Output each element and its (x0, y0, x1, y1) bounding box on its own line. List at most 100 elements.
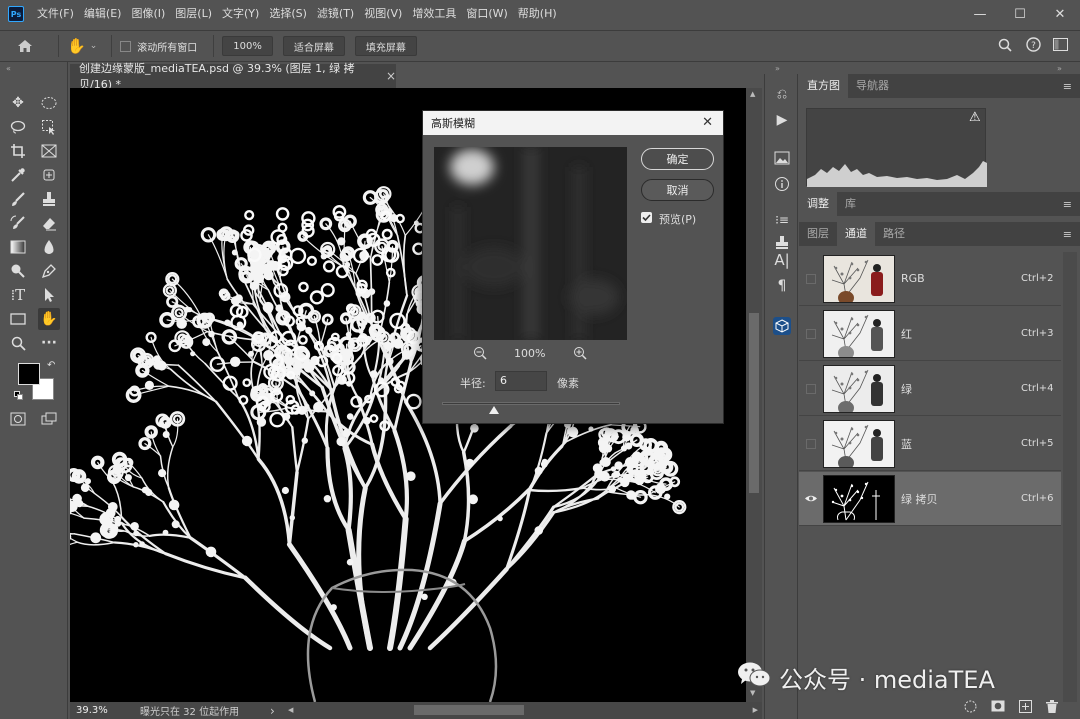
marquee-tool-icon[interactable] (38, 92, 60, 114)
hscroll-thumb[interactable] (414, 705, 524, 715)
foreground-color-swatch[interactable] (18, 363, 40, 385)
new-channel-icon[interactable] (1019, 699, 1032, 716)
search-icon[interactable] (998, 38, 1012, 55)
menu-layer[interactable]: 图层(L) (170, 0, 217, 28)
3d-cube-icon[interactable] (772, 316, 792, 336)
tab-navigator[interactable]: 导航器 (848, 74, 897, 98)
more-tools-icon[interactable]: ··· (38, 332, 60, 354)
panel-menu-icon[interactable]: ≡ (1063, 198, 1072, 211)
zoom-level[interactable]: 39.3% (70, 705, 130, 716)
scroll-left-icon[interactable]: ◀ (288, 706, 293, 714)
menu-file[interactable]: 文件(F) (32, 0, 79, 28)
collapse-icon[interactable]: » (1057, 64, 1062, 73)
info-icon[interactable] (772, 174, 792, 194)
status-menu-arrow[interactable]: › (270, 704, 286, 718)
menu-type[interactable]: 文字(Y) (217, 0, 264, 28)
tab-layers[interactable]: 图层 (799, 222, 837, 246)
gradient-tool-icon[interactable] (7, 236, 29, 258)
document-tab[interactable]: 创建边缘蒙版_mediaTEA.psd @ 39.3% (图层 1, 绿 拷贝/… (70, 62, 396, 91)
minimize-button[interactable]: — (960, 0, 1000, 28)
screen-mode-icon[interactable] (38, 408, 60, 430)
swap-colors-icon[interactable]: ↶ (47, 360, 55, 371)
visibility-toggle[interactable] (799, 362, 823, 416)
home-icon[interactable] (0, 39, 50, 53)
vertical-scrollbar[interactable]: ▲ ▼ (746, 88, 762, 702)
lasso-tool-icon[interactable] (7, 116, 29, 138)
object-select-icon[interactable] (38, 116, 60, 138)
menu-view[interactable]: 视图(V) (359, 0, 407, 28)
blur-tool-icon[interactable] (38, 236, 60, 258)
preview-zoom-in-icon[interactable] (573, 346, 587, 363)
menu-plugins[interactable]: 增效工具 (407, 0, 461, 28)
load-selection-icon[interactable] (964, 700, 977, 716)
menu-help[interactable]: 帮助(H) (513, 0, 562, 28)
scroll-right-icon[interactable]: ▶ (753, 706, 758, 714)
blur-preview-area[interactable] (434, 147, 627, 340)
default-colors-icon[interactable] (14, 391, 24, 401)
panel-menu-icon[interactable]: ≡ (1063, 228, 1072, 241)
close-tab-icon[interactable]: × (386, 69, 396, 83)
collapse-icon[interactable]: « (6, 64, 11, 73)
help-icon[interactable]: ? (1026, 37, 1041, 55)
actions-play-icon[interactable]: ▶ (772, 110, 792, 130)
history-brush-icon[interactable] (7, 212, 29, 234)
channel-row[interactable]: 蓝 Ctrl+5 (799, 417, 1061, 471)
radius-slider-track[interactable] (442, 402, 620, 405)
fit-screen-button[interactable]: 适合屏幕 (282, 36, 345, 56)
visibility-toggle[interactable] (799, 417, 823, 471)
eyedropper-icon[interactable] (7, 164, 29, 186)
zoom-100-button[interactable]: 100% (222, 36, 273, 56)
maximize-button[interactable]: ☐ (1000, 0, 1040, 28)
properties-icon[interactable]: ⁝≡ (772, 210, 792, 230)
character-icon[interactable]: A| (772, 250, 792, 270)
frame-tool-icon[interactable] (38, 140, 60, 162)
scroll-all-checkbox[interactable] (120, 40, 132, 52)
menu-window[interactable]: 窗口(W) (461, 0, 512, 28)
preview-zoom-out-icon[interactable] (473, 346, 487, 363)
radius-slider-thumb[interactable] (488, 406, 499, 414)
type-tool-icon[interactable]: ⁞T (7, 284, 29, 306)
channel-scrollbar[interactable] (1063, 252, 1077, 702)
zoom-tool-icon[interactable] (7, 332, 29, 354)
hand-tool-icon[interactable]: ✋ (67, 37, 86, 55)
preview-checkbox[interactable] (641, 212, 652, 223)
menu-select[interactable]: 选择(S) (264, 0, 312, 28)
workspace-icon[interactable] (1053, 38, 1068, 54)
stamp-panel-icon[interactable] (772, 232, 792, 252)
history-icon[interactable]: ⎌ (772, 84, 792, 104)
image-panel-icon[interactable] (772, 148, 792, 168)
move-tool-icon[interactable]: ✥ (7, 92, 29, 114)
scroll-thumb[interactable] (749, 313, 759, 493)
horizontal-scrollbar[interactable]: ◀ ▶ (286, 702, 762, 719)
menu-edit[interactable]: 编辑(E) (79, 0, 127, 28)
close-window-button[interactable]: ✕ (1040, 0, 1080, 28)
tab-paths[interactable]: 路径 (875, 222, 913, 246)
channel-row[interactable]: 绿 Ctrl+4 (799, 362, 1061, 416)
brush-tool-icon[interactable] (7, 188, 29, 210)
dialog-close-icon[interactable]: ✕ (702, 115, 713, 130)
channel-row[interactable]: 绿 拷贝 Ctrl+6 (799, 472, 1061, 526)
eye-icon[interactable] (799, 472, 823, 526)
hand-tool-icon[interactable]: ✋ (38, 308, 60, 330)
quick-mask-icon[interactable] (7, 408, 29, 430)
ok-button[interactable]: 确定 (641, 148, 714, 170)
paragraph-icon[interactable]: ¶ (772, 276, 792, 296)
channel-row[interactable]: 红 Ctrl+3 (799, 307, 1061, 361)
collapse-icon[interactable]: » (775, 64, 780, 73)
tab-libraries[interactable]: 库 (837, 192, 864, 216)
channel-row[interactable]: RGB Ctrl+2 (799, 252, 1061, 306)
cancel-button[interactable]: 取消 (641, 179, 714, 201)
menu-filter[interactable]: 滤镜(T) (312, 0, 359, 28)
save-selection-icon[interactable] (991, 700, 1005, 715)
tab-histogram[interactable]: 直方图 (799, 74, 848, 98)
histogram-warning-icon[interactable]: ⚠ (969, 110, 981, 125)
visibility-toggle[interactable] (799, 307, 823, 361)
stamp-tool-icon[interactable] (38, 188, 60, 210)
tab-channels[interactable]: 通道 (837, 222, 875, 246)
crop-tool-icon[interactable] (7, 140, 29, 162)
eraser-tool-icon[interactable] (38, 212, 60, 234)
pen-tool-icon[interactable] (38, 260, 60, 282)
dodge-tool-icon[interactable] (7, 260, 29, 282)
menu-image[interactable]: 图像(I) (126, 0, 170, 28)
fill-screen-button[interactable]: 填充屏幕 (354, 36, 417, 56)
